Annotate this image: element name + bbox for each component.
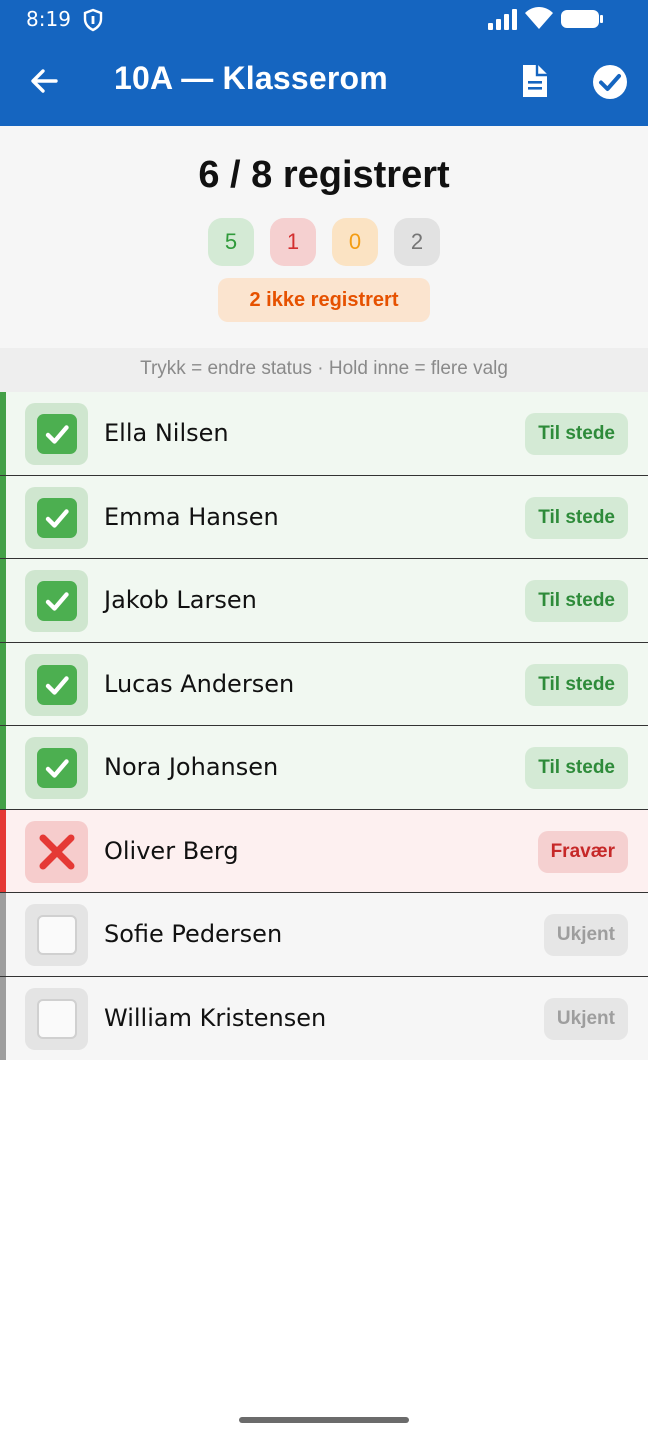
- absent-count-chip: 1: [270, 218, 316, 266]
- unknown-count-chip: 2: [394, 218, 440, 266]
- shield-icon: [83, 8, 103, 32]
- student-row[interactable]: Jakob Larsen Til stede: [0, 559, 648, 643]
- status-badge[interactable]: Ukjent: [543, 997, 628, 1040]
- status-toggle[interactable]: [25, 987, 88, 1050]
- student-name: Jakob Larsen: [104, 586, 257, 614]
- status-badge[interactable]: Til stede: [525, 580, 628, 622]
- registered-count: 6 / 8 registrert: [198, 154, 450, 196]
- student-name: Emma Hansen: [104, 502, 279, 531]
- student-name: Nora Johansen: [104, 753, 279, 781]
- present-check-icon: [36, 581, 77, 621]
- battery-icon: [561, 10, 603, 28]
- hint-text: Trykk = endre status · Hold inne = flere…: [0, 348, 648, 392]
- student-row[interactable]: William Kristensen Ukjent: [0, 976, 648, 1060]
- student-row[interactable]: Sofie Pedersen Ukjent: [0, 893, 648, 977]
- status-toggle[interactable]: [25, 820, 88, 883]
- status-badge[interactable]: Til stede: [525, 663, 628, 706]
- present-check-icon: [36, 497, 77, 538]
- status-time: 8:19: [26, 7, 71, 31]
- status-badge[interactable]: Til stede: [525, 747, 628, 789]
- student-name: Oliver Berg: [104, 836, 239, 865]
- absent-cross-icon: [39, 834, 74, 869]
- status-badge[interactable]: Til stede: [525, 496, 628, 539]
- present-count-chip: 5: [208, 218, 254, 266]
- status-counts: 5 1 0 2: [0, 218, 648, 266]
- student-name: Sofie Pedersen: [104, 920, 283, 948]
- student-row[interactable]: Ella Nilsen Til stede: [0, 392, 648, 476]
- status-stripe: [0, 726, 6, 809]
- status-stripe: [0, 392, 6, 475]
- status-toggle[interactable]: [25, 653, 88, 716]
- present-check-icon: [36, 748, 77, 788]
- top-bar: 8:19 10A — Klasserom: [0, 0, 648, 126]
- status-toggle[interactable]: [25, 403, 88, 465]
- wifi-icon: [525, 7, 553, 29]
- status-toggle[interactable]: [25, 904, 88, 966]
- student-name: Ella Nilsen: [104, 419, 229, 447]
- student-list: Ella Nilsen Til stede Emma Hansen Til st…: [0, 392, 648, 1060]
- student-row[interactable]: Lucas Andersen Til stede: [0, 642, 648, 726]
- late-count-chip: 0: [332, 218, 378, 266]
- status-stripe: [0, 475, 6, 558]
- status-badge[interactable]: Fravær: [537, 830, 628, 873]
- signal-icon: [488, 9, 517, 30]
- student-row[interactable]: Oliver Berg Fravær: [0, 809, 648, 893]
- present-check-icon: [36, 414, 77, 454]
- student-row[interactable]: Nora Johansen Til stede: [0, 726, 648, 810]
- page-title: 10A — Klasserom: [114, 60, 388, 96]
- status-stripe: [0, 559, 6, 642]
- student-row[interactable]: Emma Hansen Til stede: [0, 475, 648, 559]
- status-toggle[interactable]: [25, 486, 88, 549]
- status-stripe: [0, 976, 6, 1060]
- status-toggle[interactable]: [25, 737, 88, 799]
- check-circle-icon[interactable]: [590, 62, 630, 102]
- status-badge[interactable]: Til stede: [525, 413, 628, 455]
- status-toggle[interactable]: [25, 570, 88, 632]
- status-stripe: [0, 642, 6, 725]
- arrow-back-icon[interactable]: [26, 62, 62, 100]
- present-check-icon: [36, 664, 77, 705]
- student-name: Lucas Andersen: [104, 669, 295, 698]
- status-badge[interactable]: Ukjent: [543, 914, 628, 956]
- unknown-square-icon: [36, 915, 77, 955]
- status-bar: 8:19: [0, 0, 648, 40]
- status-stripe: [0, 809, 6, 892]
- student-name: William Kristensen: [104, 1003, 327, 1032]
- status-stripe: [0, 893, 6, 976]
- home-indicator[interactable]: [239, 1417, 409, 1423]
- attendance-summary: 6 / 8 registrert 5 1 0 2 2 ikke registre…: [0, 126, 648, 348]
- not-registered-badge[interactable]: 2 ikke registrert: [218, 278, 430, 322]
- document-icon[interactable]: [516, 62, 552, 100]
- unknown-square-icon: [36, 998, 77, 1039]
